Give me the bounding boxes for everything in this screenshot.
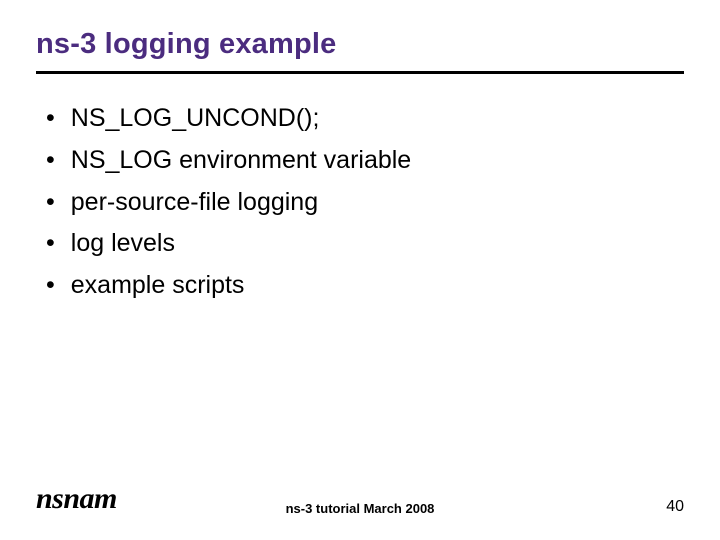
bullet-text: NS_LOG_UNCOND(); (71, 102, 320, 136)
title-rule (36, 71, 684, 74)
logo: nsnam (36, 482, 117, 516)
list-item: per-source-file logging (46, 186, 684, 220)
list-item: NS_LOG_UNCOND(); (46, 102, 684, 136)
bullet-text: NS_LOG environment variable (71, 144, 411, 178)
bullet-text: example scripts (71, 269, 245, 303)
list-item: log levels (46, 227, 684, 261)
bullet-list: NS_LOG_UNCOND(); NS_LOG environment vari… (36, 102, 684, 303)
slide-title: ns-3 logging example (36, 28, 684, 61)
bullet-text: per-source-file logging (71, 186, 318, 220)
footer: nsnam 40 (36, 482, 684, 516)
list-item: NS_LOG environment variable (46, 144, 684, 178)
page-number: 40 (666, 498, 684, 516)
slide: ns-3 logging example NS_LOG_UNCOND(); NS… (0, 0, 720, 540)
list-item: example scripts (46, 269, 684, 303)
bullet-text: log levels (71, 227, 175, 261)
